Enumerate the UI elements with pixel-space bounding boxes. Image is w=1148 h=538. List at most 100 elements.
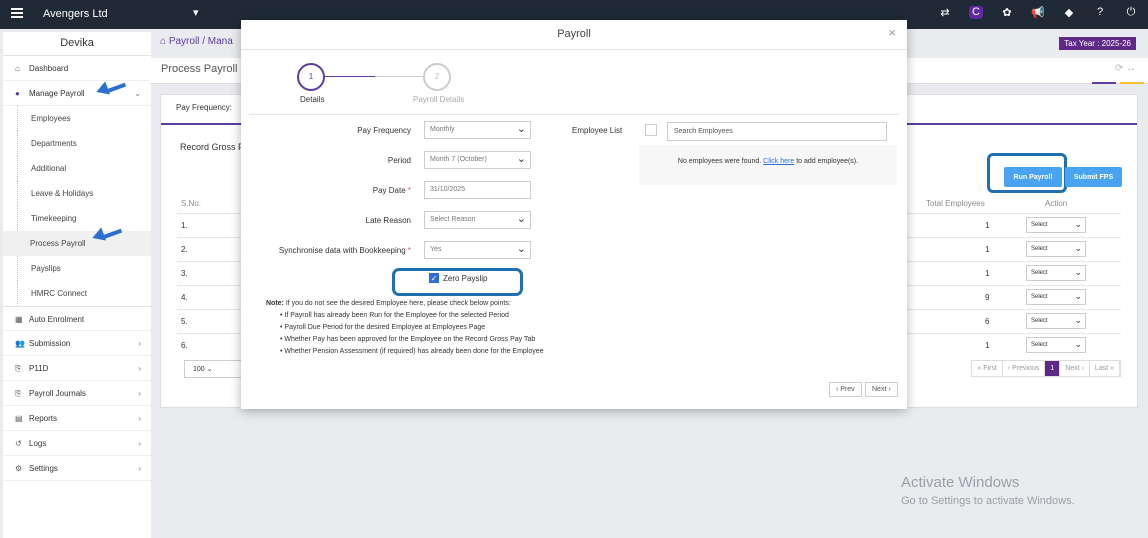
- document-icon: ▤: [15, 414, 23, 423]
- sidebar-item-process-payroll[interactable]: Process Payroll: [3, 231, 151, 256]
- row-total: 1: [985, 269, 990, 278]
- sidebar-item-label: Dashboard: [29, 64, 69, 73]
- step-1-circle[interactable]: 1: [297, 63, 325, 91]
- sidebar-item-payroll-journals[interactable]: ⎘ Payroll Journals ›: [3, 381, 151, 406]
- annotation-highlight-run-payroll: [987, 153, 1067, 193]
- action-select[interactable]: Select ⌄: [1026, 313, 1086, 329]
- pager-first[interactable]: « First: [972, 361, 1003, 376]
- cookie-icon[interactable]: ✿: [1000, 6, 1014, 19]
- help-icon[interactable]: ?: [1093, 6, 1107, 19]
- windows-watermark-subtitle: Go to Settings to activate Windows.: [901, 495, 1075, 507]
- submit-fps-button[interactable]: Submit FPS: [1065, 167, 1122, 187]
- sync-bookkeeping-label: Synchronise data with Bookkeeping *: [251, 246, 411, 255]
- gear-icon: ⚙: [15, 464, 23, 473]
- chevron-down-icon: ⌄: [1074, 243, 1082, 253]
- chevron-right-icon: ›: [138, 414, 141, 423]
- pagination: « First ‹ Previous 1 Next › Last »: [971, 360, 1121, 377]
- sidebar-item-timekeeping[interactable]: Timekeeping: [17, 206, 151, 231]
- action-select-value: Select: [1031, 270, 1048, 276]
- per-page-select[interactable]: 100 ⌄: [184, 360, 242, 378]
- ticket-icon[interactable]: ◆: [1062, 6, 1076, 19]
- add-employee-link[interactable]: Click here: [763, 158, 794, 165]
- sync-bookkeeping-select[interactable]: Yes ⌄: [424, 241, 531, 259]
- transfer-icon[interactable]: ⇄: [938, 6, 952, 19]
- sidebar-item-label: Manage Payroll: [29, 89, 85, 98]
- tax-year-badge: Tax Year : 2025-26: [1059, 37, 1136, 50]
- chevron-down-icon: ⌄: [1074, 291, 1082, 301]
- action-select[interactable]: Select ⌄: [1026, 265, 1086, 281]
- modal-title: Payroll: [241, 20, 907, 50]
- sidebar-item-payslips[interactable]: Payslips: [17, 256, 151, 281]
- row-sno: 3.: [181, 269, 188, 278]
- period-value: Month 7 (October): [430, 156, 487, 163]
- megaphone-icon[interactable]: 📢: [1031, 6, 1045, 19]
- payroll-modal: Payroll × 1 2 Details Payroll Details Pa…: [241, 20, 907, 409]
- row-sno: 4.: [181, 293, 188, 302]
- sidebar-item-hmrc-connect[interactable]: HMRC Connect: [17, 281, 151, 306]
- chevron-down-icon[interactable]: ▾: [193, 6, 199, 19]
- sidebar-item-submission[interactable]: 👥 Submission ›: [3, 331, 151, 356]
- late-reason-label: Late Reason: [365, 216, 411, 225]
- pager-next[interactable]: Next ›: [1060, 361, 1090, 376]
- sidebar-item-departments[interactable]: Departments: [17, 131, 151, 156]
- column-header-action: Action: [1045, 199, 1068, 208]
- company-name[interactable]: Avengers Ltd: [43, 8, 108, 20]
- breadcrumb-manage[interactable]: Mana: [208, 36, 233, 47]
- sidebar-item-leave-holidays[interactable]: Leave & Holidays: [17, 181, 151, 206]
- resize-icon[interactable]: ↔: [1126, 63, 1136, 74]
- chevron-right-icon: ›: [138, 439, 141, 448]
- sidebar-item-employees[interactable]: Employees: [17, 106, 151, 131]
- details-form: Pay Frequency Monthly ⌄ Period Month 7 (O…: [249, 114, 899, 376]
- chevron-down-icon: ⌄: [1074, 339, 1082, 349]
- row-sno: 5.: [181, 317, 188, 326]
- zero-payslip-checkbox[interactable]: ✓ Zero Payslip: [429, 273, 487, 283]
- row-total: 1: [985, 245, 990, 254]
- record-gross-pay-tab[interactable]: Record Gross Pa: [180, 142, 249, 152]
- pay-date-input[interactable]: 31/10/2025: [424, 181, 531, 199]
- step-2-circle[interactable]: 2: [423, 63, 451, 91]
- sidebar-item-label: P11D: [29, 364, 49, 373]
- grid-icon: ▦: [15, 315, 23, 324]
- pager-last[interactable]: Last »: [1090, 361, 1120, 376]
- sidebar-item-settings[interactable]: ⚙ Settings ›: [3, 456, 151, 481]
- pager-previous[interactable]: ‹ Previous: [1003, 361, 1046, 376]
- refresh-icon[interactable]: ⟳: [1115, 63, 1123, 74]
- note-title: Note:: [266, 300, 284, 307]
- pay-date-label-text: Pay Date: [372, 186, 406, 195]
- sidebar-item-manage-payroll[interactable]: ● Manage Payroll ⌄: [3, 81, 151, 106]
- next-button[interactable]: Next ›: [865, 382, 898, 397]
- checkmark-icon[interactable]: ✓: [429, 273, 439, 283]
- action-select[interactable]: Select ⌄: [1026, 217, 1086, 233]
- sidebar-item-dashboard[interactable]: ⌂ Dashboard: [3, 56, 151, 81]
- chevron-down-icon: ⌄: [206, 366, 213, 373]
- sidebar-item-auto-enrolment[interactable]: ▦ Auto Enrolment: [3, 306, 151, 331]
- sidebar-item-additional[interactable]: Additional: [17, 156, 151, 181]
- sidebar-item-label: Submission: [29, 339, 71, 348]
- breadcrumb-payroll[interactable]: Payroll: [169, 36, 200, 47]
- sidebar-item-p11d[interactable]: ⎘ P11D ›: [3, 356, 151, 381]
- period-select[interactable]: Month 7 (October) ⌄: [424, 151, 531, 169]
- column-header-sno: S.No.: [181, 199, 202, 208]
- pay-frequency-select[interactable]: Monthly ⌄: [424, 121, 531, 139]
- brand-icon[interactable]: C: [969, 6, 983, 19]
- action-select[interactable]: Select ⌄: [1026, 337, 1086, 353]
- hamburger-menu-icon[interactable]: [11, 8, 23, 20]
- late-reason-select[interactable]: Select Reason ⌄: [424, 211, 531, 229]
- action-select[interactable]: Select ⌄: [1026, 289, 1086, 305]
- prev-button[interactable]: ‹ Prev: [829, 382, 862, 397]
- sidebar-item-logs[interactable]: ↺ Logs ›: [3, 431, 151, 456]
- select-all-employees-checkbox[interactable]: [645, 124, 657, 136]
- close-icon[interactable]: ×: [888, 25, 896, 40]
- employee-search-input[interactable]: Search Employees: [667, 122, 887, 141]
- home-icon[interactable]: ⌂: [160, 36, 166, 47]
- power-icon[interactable]: ⏻: [1124, 6, 1138, 19]
- sidebar-item-reports[interactable]: ▤ Reports ›: [3, 406, 151, 431]
- row-total: 1: [985, 221, 990, 230]
- note-point: Whether Pension Assessment (if required)…: [280, 346, 543, 358]
- breadcrumb: ⌂ Payroll / Mana: [160, 36, 233, 47]
- action-select-value: Select: [1031, 294, 1048, 300]
- action-select[interactable]: Select ⌄: [1026, 241, 1086, 257]
- chevron-right-icon: ›: [138, 364, 141, 373]
- pay-frequency-value: Monthly: [430, 126, 455, 133]
- pager-current-page[interactable]: 1: [1045, 361, 1061, 376]
